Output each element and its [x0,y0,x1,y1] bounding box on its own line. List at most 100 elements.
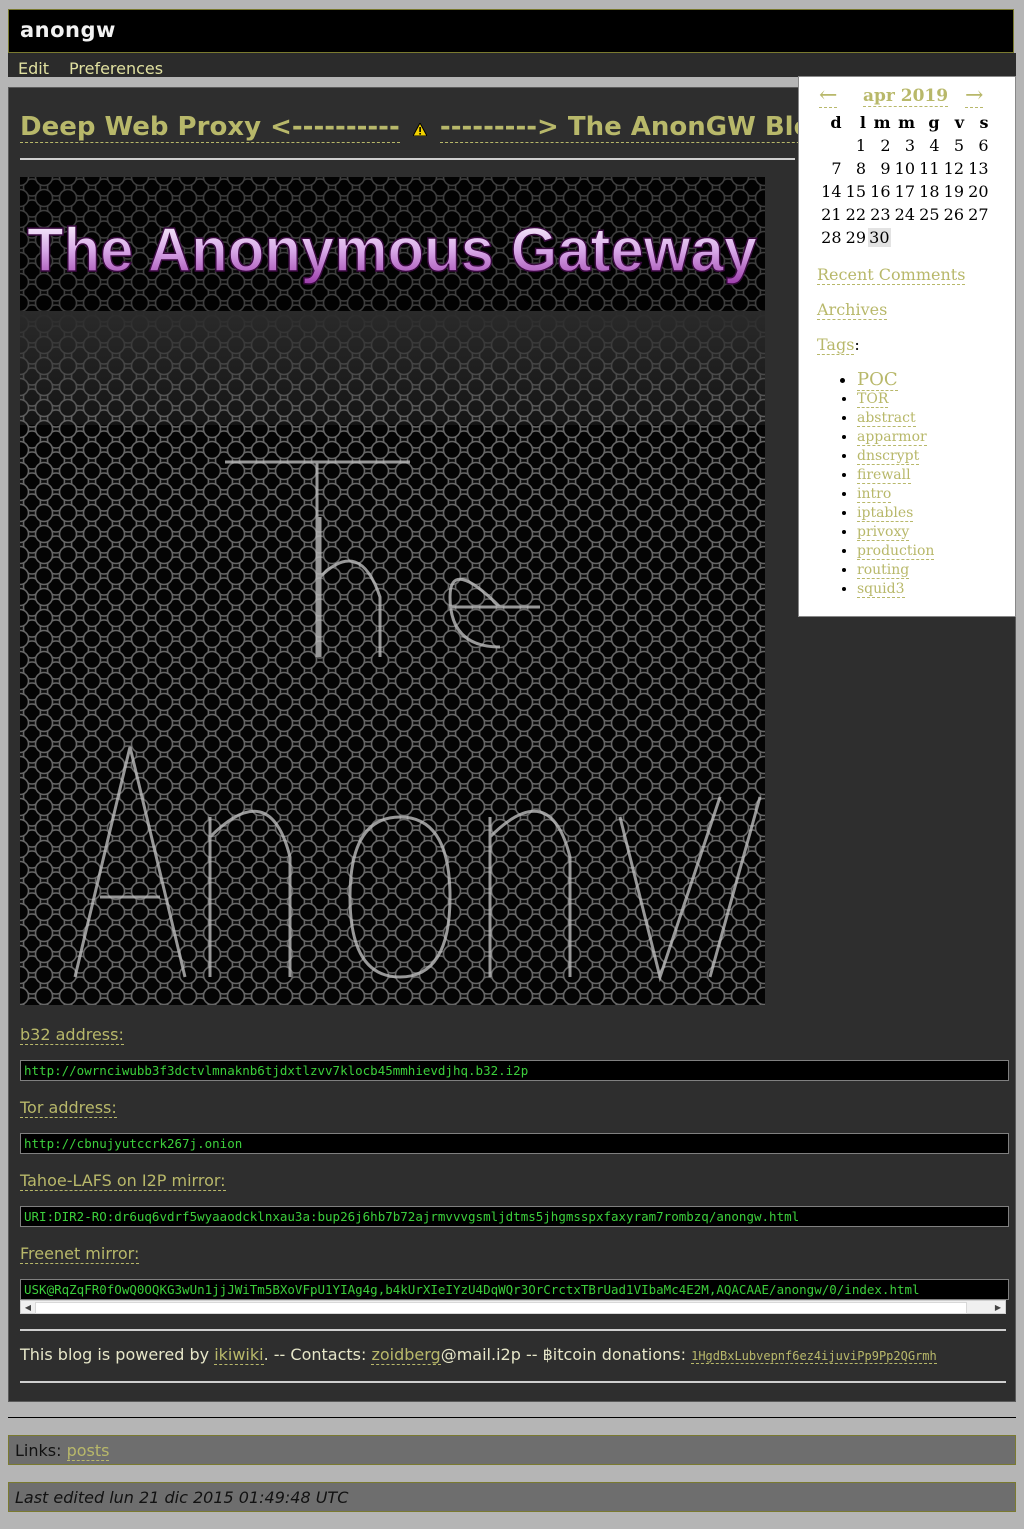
calendar-day: 20 [968,182,989,201]
tor-address-link[interactable]: Tor address: [20,1098,117,1118]
tag-item: abstract [857,409,934,428]
sidebar: ← apr 2019 → d l m m g v s 1 2 3 4 5 6 7… [798,76,1016,617]
calendar-day: 17 [894,182,915,201]
tags-list: POC TOR abstract apparmor dnscrypt firew… [837,369,935,599]
title-divider [20,158,795,160]
preferences-link[interactable]: Preferences [69,59,163,78]
weekday: g [928,113,940,132]
page-actions: Edit Preferences [8,53,1016,78]
tor-address-value[interactable]: http://cbnujyutccrk267j.onion [20,1133,1009,1154]
contact-domain-text: @mail.i2p -- [440,1345,543,1364]
tag-item: POC [857,369,934,391]
calendar-day: 2 [880,136,891,155]
freenet-mirror-value[interactable]: USK@RqZqFR0fOwQ0OQKG3wUn1jjJWiTm5BXoVFpU… [20,1279,1009,1300]
banner-title: The Anonymous Gateway [27,216,758,285]
tag-link-squid3[interactable]: squid3 [857,581,905,598]
weekday: v [954,113,964,132]
banner-image: The Anonymous Gateway [20,177,765,1005]
calendar-weekdays: d l m m g v s [817,111,989,134]
tag-link-abstract[interactable]: abstract [857,410,916,427]
tag-link-poc[interactable]: POC [857,369,898,391]
tag-item: firewall [857,466,934,485]
bitcoin-label: ฿itcoin donations: [542,1345,692,1364]
ikiwiki-link[interactable]: ikiwiki [214,1345,264,1365]
tag-item: iptables [857,504,934,523]
b32-address-link[interactable]: b32 address: [20,1025,124,1045]
calendar-day: 19 [943,182,964,201]
edit-link[interactable]: Edit [18,59,49,78]
tag-link-iptables[interactable]: iptables [857,505,914,522]
blog-footer: This blog is powered by ikiwiki. -- Cont… [20,1345,937,1365]
tag-link-production[interactable]: production [857,543,935,560]
scroll-right-icon[interactable]: ▶ [992,1302,1004,1313]
calendar-day: 16 [870,182,891,201]
calendar-day [964,226,989,249]
recent-comments-link[interactable]: Recent Comments [817,265,966,285]
calendar-day: 18 [919,182,940,201]
calendar-day-today: 30 [866,226,891,249]
calendar-week: 21 22 23 24 25 26 27 [817,203,989,226]
calendar-day: 9 [880,159,891,178]
contact-user-link[interactable]: zoidberg [371,1345,441,1365]
b32-address-value[interactable]: http://owrnciwubb3f3dctvlmnaknb6tjdxtlzv… [20,1060,1009,1081]
warning-icon [412,113,428,143]
site-title[interactable]: anongw [20,18,116,42]
bitcoin-address-link[interactable]: 1HgdBxLubvepnf6ez4ijuviPp9Pp2QGrmh [691,1349,937,1364]
next-month-arrow-icon[interactable]: → [965,85,984,108]
links-label: Links: [15,1441,67,1460]
posts-link[interactable]: posts [66,1441,110,1461]
title-link-right[interactable]: ---------> The AnonGW Blog [439,112,831,143]
calendar-day: 3 [904,136,915,155]
calendar-week: 28 29 30 [817,226,989,249]
scroll-left-icon[interactable]: ◀ [22,1302,34,1313]
scrollbar-thumb[interactable] [35,1302,967,1314]
today-label: 30 [868,228,891,247]
tags-link[interactable]: Tags [817,335,855,355]
tag-link-intro[interactable]: intro [857,486,892,503]
calendar-day: 1 [855,136,866,155]
tag-item: squid3 [857,580,934,599]
calendar-day [891,226,916,249]
tahoe-mirror-value[interactable]: URI:DIR2-RO:dr6uq6vdrf5wyaaodcklnxau3a:b… [20,1206,1009,1227]
weekday: l [859,113,866,132]
calendar-week: 1 2 3 4 5 6 [817,134,989,157]
calendar-day: 11 [919,159,940,178]
tag-link-dnscrypt[interactable]: dnscrypt [857,448,920,465]
archives-link[interactable]: Archives [817,300,888,320]
freenet-mirror-link[interactable]: Freenet mirror: [20,1244,140,1264]
calendar-day: 6 [978,136,989,155]
horizontal-scrollbar[interactable]: ◀ ▶ [20,1300,1006,1314]
calendar-day: 21 [821,205,842,224]
calendar-day: 26 [943,205,964,224]
tag-item: routing [857,561,934,580]
tag-link-routing[interactable]: routing [857,562,910,579]
calendar-header: ← apr 2019 → [799,85,1015,108]
calendar-day: 29 [845,228,866,247]
calendar-day: 24 [894,205,915,224]
calendar-day: 28 [821,228,842,247]
calendar-month-link[interactable]: apr 2019 [863,86,949,107]
calendar-day: 13 [968,159,989,178]
weekday: s [979,113,989,132]
footer-divider-bottom [20,1381,1006,1383]
calendar-day: 5 [953,136,964,155]
site-header: anongw [8,9,1014,53]
tag-link-firewall[interactable]: firewall [857,467,911,484]
tag-link-tor[interactable]: TOR [857,391,889,408]
tag-item: dnscrypt [857,447,934,466]
tag-link-apparmor[interactable]: apparmor [857,429,927,446]
calendar-week: 14 15 16 17 18 19 20 [817,180,989,203]
freenet-scroll-container: USK@RqZqFR0fOwQ0OQKG3wUn1jjJWiTm5BXoVFpU… [20,1279,1009,1317]
calendar-day: 14 [821,182,842,201]
title-link-left[interactable]: Deep Web Proxy <---------- [20,112,400,143]
calendar-day: 12 [943,159,964,178]
prev-month-arrow-icon[interactable]: ← [819,85,838,108]
calendar-day: 27 [968,205,989,224]
tahoe-mirror-link[interactable]: Tahoe-LAFS on I2P mirror: [20,1171,226,1191]
calendar-day: 23 [870,205,891,224]
powered-text: This blog is powered by [20,1345,215,1364]
calendar-day: 15 [845,182,866,201]
calendar-day: 8 [855,159,866,178]
tag-link-privoxy[interactable]: privoxy [857,524,910,541]
tag-item: privoxy [857,523,934,542]
